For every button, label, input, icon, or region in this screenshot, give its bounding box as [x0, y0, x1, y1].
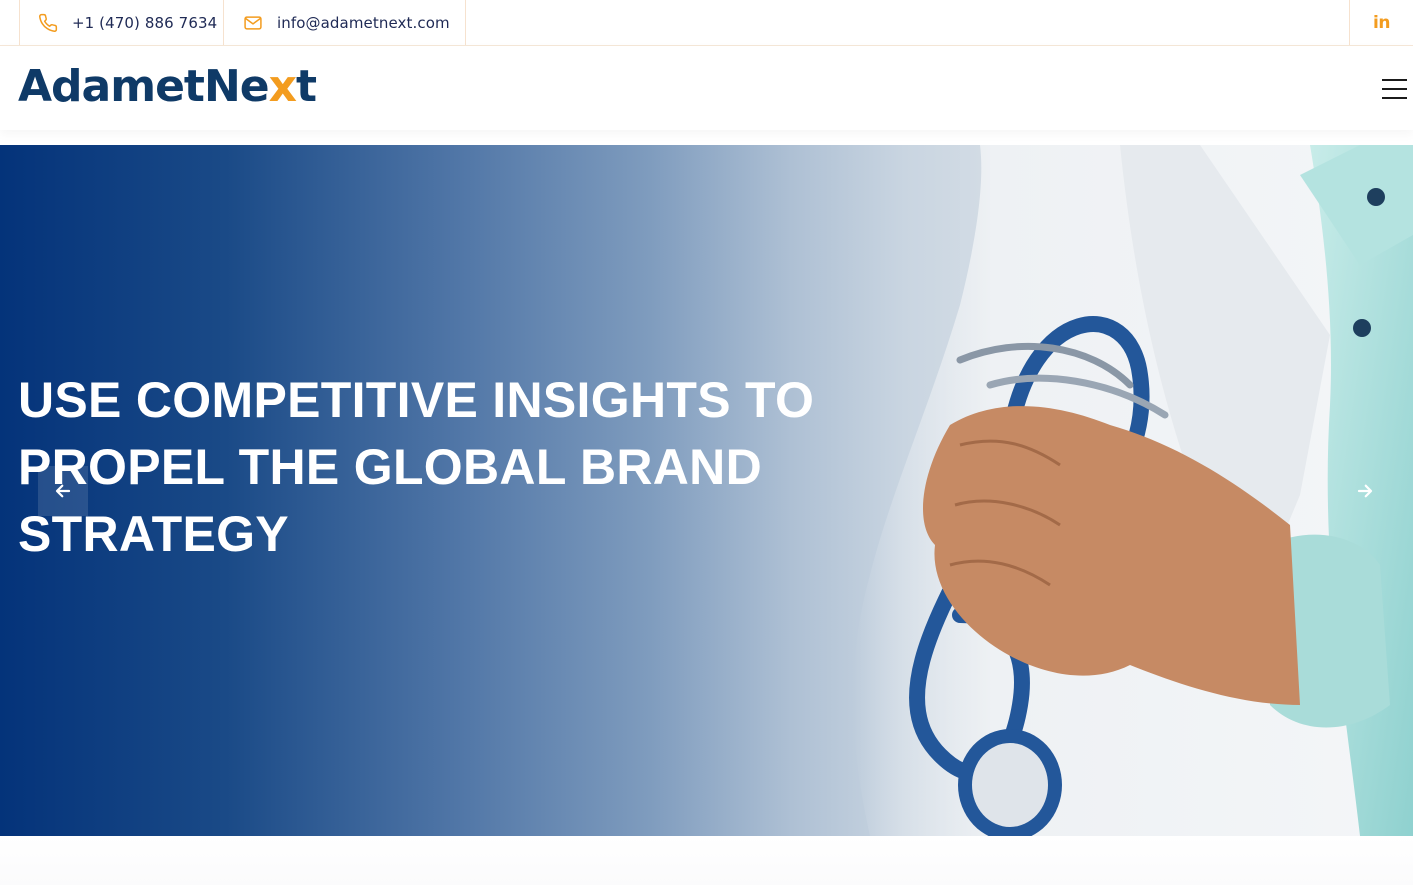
email-address[interactable]: info@adametnext.com — [277, 14, 450, 32]
email-contact[interactable]: info@adametnext.com — [223, 0, 466, 45]
top-bar: +1 (470) 886 7634 info@adametnext.com in — [0, 0, 1413, 46]
phone-number[interactable]: +1 (470) 886 7634 — [72, 14, 217, 32]
envelope-icon — [243, 13, 263, 33]
arrow-right-icon — [1357, 484, 1373, 498]
hamburger-menu-icon[interactable] — [1382, 79, 1407, 99]
logo-text-x: x — [268, 61, 297, 112]
linkedin-link[interactable]: in — [1349, 0, 1413, 45]
phone-contact[interactable]: +1 (470) 886 7634 — [19, 0, 224, 45]
site-header: Adamet Ne x t — [0, 46, 1413, 130]
slider-next-button[interactable] — [1340, 466, 1390, 516]
hero-title: USE COMPETITIVE INSIGHTS TO PROPEL THE G… — [18, 372, 815, 562]
phone-icon — [38, 13, 58, 33]
next-section — [0, 836, 1413, 885]
logo-text-ne: Ne — [203, 61, 270, 112]
site-logo[interactable]: Adamet Ne x t — [18, 61, 317, 112]
logo-text-adamet: Adamet — [18, 61, 205, 112]
logo-text-t: t — [296, 61, 317, 112]
linkedin-icon[interactable]: in — [1373, 13, 1390, 33]
arrow-left-icon — [55, 484, 71, 498]
hero-slider: USE COMPETITIVE INSIGHTS TO PROPEL THE G… — [0, 145, 1413, 836]
slider-prev-button[interactable] — [38, 466, 88, 516]
